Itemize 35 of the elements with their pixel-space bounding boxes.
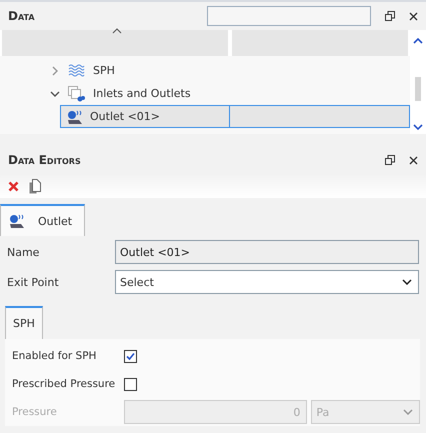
restore-icon[interactable]: [385, 155, 395, 165]
scroll-up-icon[interactable]: [413, 38, 423, 44]
field-label: Pressure: [12, 406, 58, 418]
panel-title: Data Editors: [8, 153, 82, 167]
search-field[interactable]: [207, 6, 371, 26]
scroll-thumb[interactable]: [415, 77, 421, 101]
panel-title: Data: [8, 9, 36, 23]
tree-item[interactable]: SPH: [93, 64, 115, 77]
caret-icon[interactable]: [50, 88, 60, 98]
field-label: Name: [7, 246, 40, 258]
name-field[interactable]: Outlet <01>: [115, 240, 419, 264]
field-label: Prescribed Pressure: [12, 378, 116, 390]
chevron-down-icon: [403, 409, 413, 415]
layers-icon: [68, 86, 85, 102]
field-label: Enabled for SPH: [12, 350, 98, 362]
delete-icon[interactable]: [8, 180, 19, 192]
outlet-icon: [9, 213, 26, 229]
tab[interactable]: SPH: [5, 306, 43, 339]
tree-item[interactable]: Inlets and Outlets: [93, 87, 191, 100]
tree-item[interactable]: Outlet <01>: [60, 105, 230, 128]
pressure-field: 0: [124, 400, 308, 424]
sort-icon: [112, 28, 122, 34]
copy-icon[interactable]: [29, 178, 41, 194]
restore-icon[interactable]: [385, 11, 395, 21]
checkbox[interactable]: [124, 378, 137, 390]
close-icon[interactable]: [409, 156, 418, 164]
tab[interactable]: Outlet: [0, 204, 86, 236]
scroll-down-icon[interactable]: [413, 124, 423, 130]
field-label: Exit Point: [7, 276, 60, 288]
waves-icon: [68, 64, 85, 78]
close-icon[interactable]: [409, 12, 418, 20]
outlet-icon: [67, 108, 84, 124]
chevron-down-icon: [402, 279, 412, 285]
checkbox[interactable]: [124, 350, 137, 362]
dropdown[interactable]: Select: [115, 270, 419, 294]
